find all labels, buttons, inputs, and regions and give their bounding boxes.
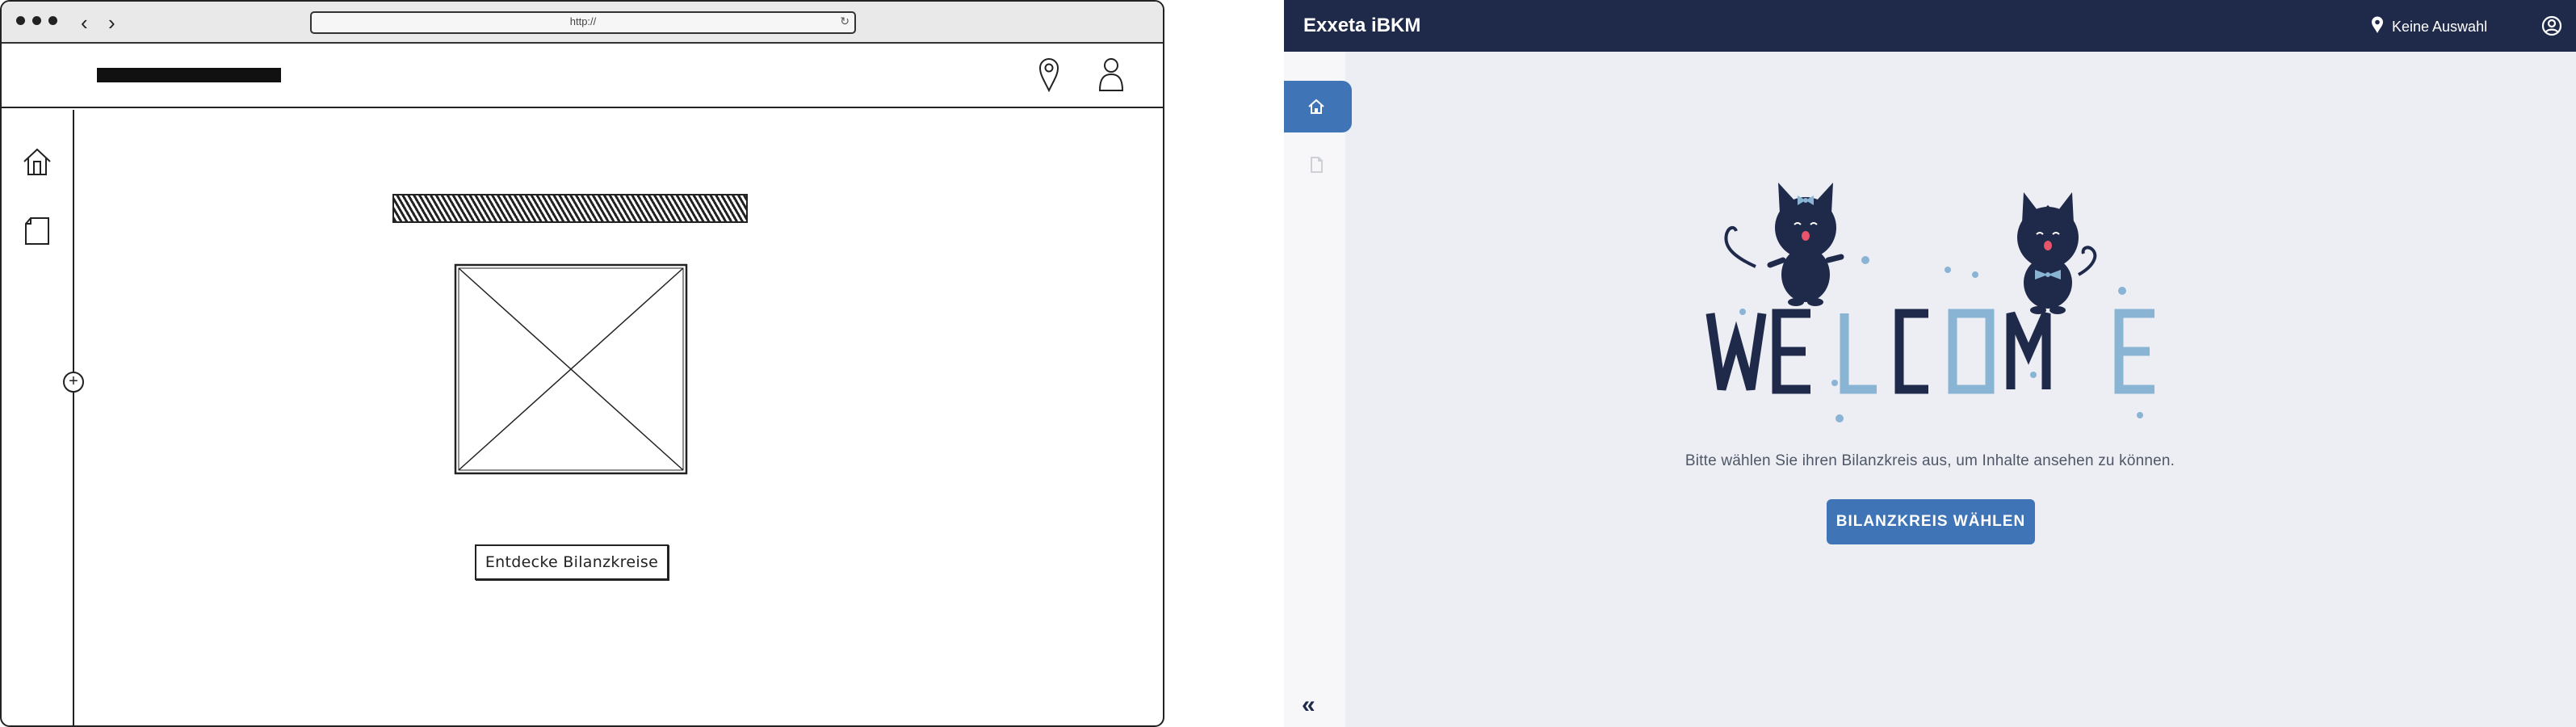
account-icon[interactable] xyxy=(2540,15,2563,41)
document-icon[interactable] xyxy=(21,215,53,251)
select-bilanzkreis-button[interactable]: BILANZKREIS WÄHLEN xyxy=(1827,499,2035,544)
discover-bilanzkreise-button[interactable]: Entdecke Bilanzkreise xyxy=(475,544,669,580)
letter-w xyxy=(1705,313,1767,391)
welcome-illustration xyxy=(1705,171,2159,439)
letter-e1 xyxy=(1772,309,1810,394)
url-text: http:// xyxy=(569,15,597,27)
location-label: Keine Auswahl xyxy=(2392,19,2488,35)
wireframe-mockup: ‹ › http:// ↻ + Entdecke Bilanzkreise xyxy=(0,0,1164,727)
app-sidebar: « xyxy=(1284,52,1352,727)
right-cat-illustration xyxy=(2017,192,2097,314)
reload-icon[interactable]: ↻ xyxy=(840,15,850,28)
wireframe-browser-window: ‹ › http:// ↻ + Entdecke Bilanzkreise xyxy=(0,0,1164,727)
welcome-message: Bitte wählen Sie ihren Bilanzkreis aus, … xyxy=(1684,452,2175,469)
window-controls xyxy=(16,16,57,25)
minimize-dot[interactable] xyxy=(32,16,41,25)
address-bar[interactable]: http:// ↻ xyxy=(310,11,856,34)
welcome-word xyxy=(1705,309,2154,394)
home-icon xyxy=(1307,97,1326,120)
letter-l xyxy=(1840,313,1877,394)
letter-e2 xyxy=(2114,309,2154,394)
back-icon[interactable]: ‹ xyxy=(81,11,88,36)
forward-icon[interactable]: › xyxy=(108,11,115,36)
location-selector[interactable]: Keine Auswahl xyxy=(2371,16,2487,38)
location-pin-icon xyxy=(2371,16,2384,38)
title-placeholder xyxy=(97,68,281,82)
sidebar-expand-icon[interactable]: + xyxy=(63,372,84,393)
letter-m xyxy=(2006,311,2051,389)
close-dot[interactable] xyxy=(16,16,25,25)
user-icon[interactable] xyxy=(1098,57,1124,96)
home-icon[interactable] xyxy=(21,145,53,182)
heading-placeholder xyxy=(392,194,748,223)
letter-o xyxy=(1948,309,1995,394)
sidebar-collapse-button[interactable]: « xyxy=(1302,691,1315,719)
image-placeholder xyxy=(454,263,688,475)
app-title: Exxeta iBKM xyxy=(1303,15,1421,36)
wireframe-browser-chrome: ‹ › http:// ↻ xyxy=(2,2,1163,44)
letter-c xyxy=(1894,309,1928,394)
document-icon xyxy=(1307,155,1326,179)
wireframe-sidebar xyxy=(2,110,74,725)
left-cat-illustration xyxy=(1724,183,1844,306)
app-window: Exxeta iBKM Keine Auswahl « Bitte wählen… xyxy=(1284,0,2576,727)
location-pin-icon[interactable] xyxy=(1038,57,1059,96)
sidebar-item-home[interactable] xyxy=(1284,81,1352,132)
wireframe-header xyxy=(2,44,1163,108)
sidebar-item-documents[interactable] xyxy=(1284,139,1352,191)
maximize-dot[interactable] xyxy=(48,16,57,25)
app-header: Exxeta iBKM Keine Auswahl xyxy=(1284,0,2576,52)
